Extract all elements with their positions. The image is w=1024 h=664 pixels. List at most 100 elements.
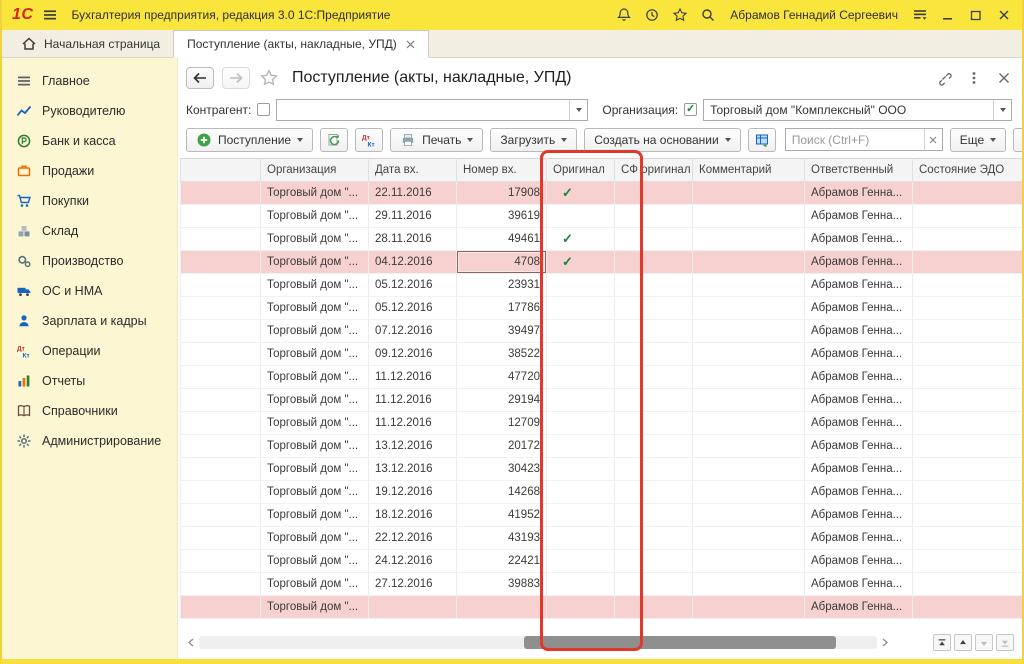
clear-search-icon[interactable] (924, 129, 942, 150)
cell-edo-state[interactable] (913, 412, 1023, 435)
cell-sf-original[interactable] (615, 596, 693, 619)
cell-status[interactable] (181, 251, 261, 274)
cell-organization[interactable]: Торговый дом "... (261, 366, 369, 389)
scrollbar-thumb[interactable] (524, 636, 836, 649)
cell-organization[interactable]: Торговый дом "... (261, 412, 369, 435)
cell-status[interactable] (181, 527, 261, 550)
sidebar-item-11[interactable]: Отчеты (2, 366, 177, 396)
cell-original[interactable] (547, 573, 615, 596)
main-menu-icon[interactable] (42, 7, 58, 23)
cell-edo-state[interactable] (913, 389, 1023, 412)
cell-number[interactable]: 39619 (457, 205, 547, 228)
cell-status[interactable] (181, 458, 261, 481)
sidebar-item-7[interactable]: Производство (2, 246, 177, 276)
cell-edo-state[interactable] (913, 573, 1023, 596)
cell-edo-state[interactable] (913, 504, 1023, 527)
cell-date[interactable]: 09.12.2016 (369, 343, 457, 366)
horizontal-scrollbar[interactable] (186, 635, 890, 650)
cell-responsible[interactable]: Абрамов Генна... (805, 389, 913, 412)
cell-edo-state[interactable] (913, 205, 1023, 228)
cell-original[interactable] (547, 458, 615, 481)
cell-sf-original[interactable] (615, 251, 693, 274)
cell-original[interactable] (547, 504, 615, 527)
cell-status[interactable] (181, 274, 261, 297)
get-link-icon[interactable] (936, 70, 952, 86)
notifications-bell-icon[interactable] (616, 7, 632, 23)
sidebar-item-12[interactable]: Справочники (2, 396, 177, 426)
cell-status[interactable] (181, 596, 261, 619)
cell-organization[interactable]: Торговый дом "... (261, 320, 369, 343)
cell-edo-state[interactable] (913, 550, 1023, 573)
cell-sf-original[interactable] (615, 435, 693, 458)
sidebar-item-1[interactable]: Главное (2, 66, 177, 96)
cell-comment[interactable] (693, 389, 805, 412)
cell-responsible[interactable]: Абрамов Генна... (805, 458, 913, 481)
cell-original[interactable] (547, 412, 615, 435)
cell-original[interactable]: ✓ (547, 251, 615, 274)
column-header-date[interactable]: Дата вх. (369, 159, 457, 182)
global-search-icon[interactable] (700, 7, 716, 23)
column-header-number[interactable]: Номер вх. (457, 159, 547, 182)
show-postings-button[interactable]: ДтКт (355, 128, 383, 152)
cell-comment[interactable] (693, 504, 805, 527)
cell-comment[interactable] (693, 527, 805, 550)
cell-organization[interactable]: Торговый дом "... (261, 527, 369, 550)
cell-status[interactable] (181, 297, 261, 320)
cell-organization[interactable]: Торговый дом "... (261, 251, 369, 274)
organization-checkbox[interactable]: ✓ (684, 103, 697, 116)
tab-close-icon[interactable] (406, 40, 415, 49)
cell-original[interactable] (547, 205, 615, 228)
cell-original[interactable] (547, 527, 615, 550)
table-row[interactable]: Торговый дом "...22.11.201617908✓Абрамов… (181, 182, 1023, 205)
cell-edo-state[interactable] (913, 596, 1023, 619)
column-header-organization[interactable]: Организация (261, 159, 369, 182)
contragent-combo[interactable] (276, 99, 588, 121)
cell-comment[interactable] (693, 366, 805, 389)
cell-organization[interactable]: Торговый дом "... (261, 481, 369, 504)
contragent-checkbox[interactable] (257, 103, 270, 116)
cell-original[interactable]: ✓ (547, 182, 615, 205)
more-button[interactable]: Еще (950, 128, 1006, 152)
current-user[interactable]: Абрамов Геннадий Сергеевич (730, 8, 898, 22)
cell-date[interactable]: 22.12.2016 (369, 527, 457, 550)
cell-responsible[interactable]: Абрамов Генна... (805, 274, 913, 297)
print-button[interactable]: Печать (390, 128, 483, 152)
table-row[interactable]: Торговый дом "...29.11.201639619Абрамов … (181, 205, 1023, 228)
column-header-original[interactable]: Оригинал (547, 159, 615, 182)
cell-edo-state[interactable] (913, 228, 1023, 251)
cell-original[interactable] (547, 481, 615, 504)
cell-number[interactable]: 39883 (457, 573, 547, 596)
cell-responsible[interactable]: Абрамов Генна... (805, 550, 913, 573)
cell-date[interactable]: 29.11.2016 (369, 205, 457, 228)
cell-organization[interactable]: Торговый дом "... (261, 504, 369, 527)
load-button[interactable]: Загрузить (490, 128, 577, 152)
cell-original[interactable] (547, 596, 615, 619)
cell-original[interactable] (547, 297, 615, 320)
table-row[interactable]: Торговый дом "...11.12.201647720Абрамов … (181, 366, 1023, 389)
cell-responsible[interactable]: Абрамов Генна... (805, 228, 913, 251)
cell-sf-original[interactable] (615, 205, 693, 228)
cell-comment[interactable] (693, 412, 805, 435)
cell-responsible[interactable]: Абрамов Генна... (805, 182, 913, 205)
cell-comment[interactable] (693, 297, 805, 320)
cell-original[interactable] (547, 389, 615, 412)
cell-comment[interactable] (693, 573, 805, 596)
sidebar-item-5[interactable]: Покупки (2, 186, 177, 216)
cell-date[interactable]: 11.12.2016 (369, 412, 457, 435)
table-row[interactable]: Торговый дом "...11.12.201612709Абрамов … (181, 412, 1023, 435)
cell-original[interactable]: ✓ (547, 228, 615, 251)
table-row[interactable]: Торговый дом "...19.12.201614268Абрамов … (181, 481, 1023, 504)
cell-organization[interactable]: Торговый дом "... (261, 182, 369, 205)
cell-number[interactable]: 14268 (457, 481, 547, 504)
cell-edo-state[interactable] (913, 366, 1023, 389)
cell-date[interactable]: 18.12.2016 (369, 504, 457, 527)
cell-comment[interactable] (693, 320, 805, 343)
cell-edo-state[interactable] (913, 435, 1023, 458)
scroll-left-icon[interactable] (186, 636, 196, 649)
cell-date[interactable]: 19.12.2016 (369, 481, 457, 504)
column-header-sf-original[interactable]: СФ оригинал (615, 159, 693, 182)
table-row[interactable]: Торговый дом "...24.12.201622421Абрамов … (181, 550, 1023, 573)
cell-sf-original[interactable] (615, 274, 693, 297)
organization-dropdown-icon[interactable] (993, 100, 1011, 120)
maximize-button[interactable] (968, 7, 984, 23)
